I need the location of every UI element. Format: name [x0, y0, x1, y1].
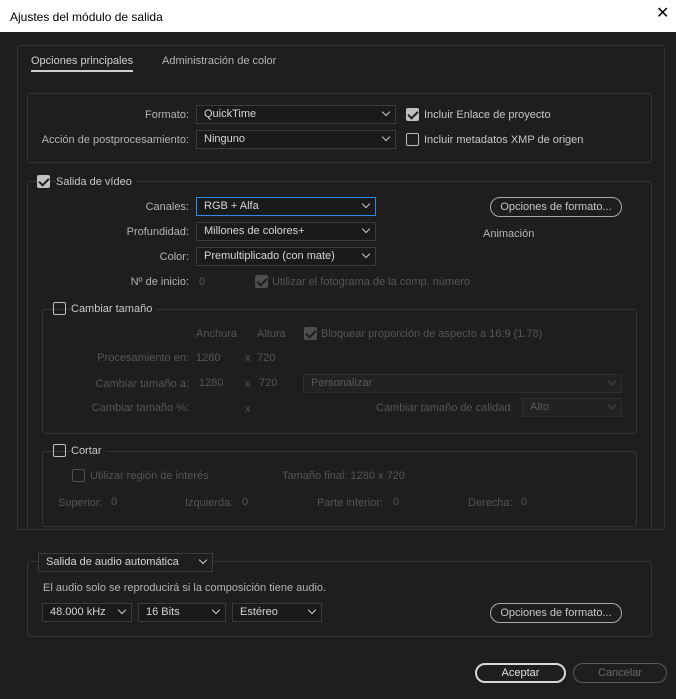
rendering-x: x	[245, 352, 251, 364]
format-panel	[27, 93, 652, 163]
crop-top-value[interactable]: 0	[111, 496, 117, 508]
crop-top-label: Superior:	[58, 497, 103, 509]
include-xmp-label: Incluir metadatos XMP de origen	[424, 134, 584, 146]
width-header: Anchura	[196, 328, 237, 340]
video-output-label: Salida de vídeo	[56, 176, 136, 188]
format-dropdown[interactable]: QuickTime	[196, 105, 396, 124]
codec-info: Animación	[483, 228, 535, 240]
crop-label: Cortar	[71, 445, 106, 457]
chevron-down-icon	[117, 605, 127, 615]
resize-to-label: Cambiar tamaño a:	[95, 378, 189, 390]
color-label: Color:	[159, 251, 189, 263]
post-render-action-dropdown[interactable]: Ninguno	[196, 130, 396, 149]
audio-sample-rate-value: 48.000 kHz	[50, 606, 106, 618]
height-header: Altura	[257, 328, 286, 340]
color-dropdown[interactable]: Premultiplicado (con mate)	[196, 247, 376, 266]
resize-checkbox[interactable]	[53, 302, 66, 315]
cancel-button[interactable]: Cancelar	[573, 663, 667, 683]
crop-bottom-label: Parte inferior:	[317, 497, 384, 509]
use-comp-frame-label: Utilizar el fotograma de la comp. número	[272, 276, 471, 288]
crop-left-value[interactable]: 0	[242, 496, 248, 508]
crop-left-label: Izquierda:	[185, 497, 234, 509]
channels-label: Canales:	[145, 201, 189, 213]
resize-to-x: x	[245, 378, 251, 390]
chevron-down-icon	[381, 132, 391, 142]
post-render-action-value: Ninguno	[204, 133, 245, 145]
audio-bit-depth-value: 16 Bits	[146, 606, 180, 618]
crop-right-label: Derecha:	[468, 497, 513, 509]
crop-panel	[42, 451, 637, 527]
ok-button[interactable]: Aceptar	[475, 663, 566, 683]
use-roi-label: Utilizar región de interés	[90, 470, 209, 482]
chevron-down-icon	[607, 376, 617, 386]
lock-aspect-label: Bloquear proporción de aspecto a 16:9 (1…	[321, 328, 543, 340]
audio-sample-rate-dropdown[interactable]: 48.000 kHz	[42, 603, 132, 622]
audio-mode-dropdown[interactable]: Salida de audio automática	[38, 553, 213, 572]
chevron-down-icon	[307, 605, 317, 615]
video-format-options-button[interactable]: Opciones de formato...	[490, 197, 622, 217]
post-render-action-label: Acción de postprocesamiento:	[41, 134, 189, 146]
depth-value: Millones de colores+	[204, 225, 305, 237]
resize-to-width[interactable]: 1280	[199, 377, 223, 389]
resize-to-height[interactable]: 720	[259, 377, 277, 389]
channels-dropdown[interactable]: RGB + Alfa	[196, 197, 376, 216]
rendering-width: 1280	[196, 352, 221, 364]
start-number-value[interactable]: 0	[199, 276, 205, 288]
use-comp-frame-checkbox[interactable]	[255, 275, 268, 288]
audio-channels-value: Estéreo	[240, 606, 278, 618]
video-output-checkbox[interactable]	[37, 175, 50, 188]
resize-quality-label: Cambiar tamaño de calidad:	[376, 402, 514, 414]
include-project-link-checkbox[interactable]	[406, 108, 419, 121]
audio-bit-depth-dropdown[interactable]: 16 Bits	[138, 603, 226, 622]
resize-preset-dropdown[interactable]: Personalizar	[303, 374, 622, 393]
chevron-down-icon	[198, 555, 208, 565]
resize-preset-value: Personalizar	[311, 377, 373, 389]
use-roi-checkbox[interactable]	[72, 469, 85, 482]
rendering-at-label: Procesamiento en:	[97, 352, 189, 364]
resize-label: Cambiar tamaño	[71, 303, 157, 315]
crop-final-size: Tamaño final: 1280 x 720	[282, 470, 405, 482]
format-value: QuickTime	[204, 108, 257, 120]
audio-format-options-button[interactable]: Opciones de formato...	[490, 603, 622, 623]
depth-label: Profundidad:	[126, 226, 189, 238]
resize-quality-dropdown[interactable]: Alto	[522, 398, 622, 417]
audio-channels-dropdown[interactable]: Estéreo	[232, 603, 322, 622]
audio-note: El audio solo se reproducirá si la compo…	[43, 582, 327, 594]
audio-panel	[27, 561, 652, 637]
chevron-down-icon	[361, 199, 371, 209]
chevron-down-icon	[361, 249, 371, 259]
start-number-label: Nº de inicio:	[130, 276, 189, 288]
channels-value: RGB + Alfa	[204, 200, 259, 212]
rendering-height: 720	[257, 352, 276, 364]
format-label: Formato:	[144, 109, 189, 121]
chevron-down-icon	[361, 224, 371, 234]
chevron-down-icon	[381, 107, 391, 117]
lock-aspect-checkbox[interactable]	[304, 327, 317, 340]
crop-checkbox[interactable]	[53, 444, 66, 457]
crop-right-value[interactable]: 0	[521, 496, 527, 508]
include-project-link-label: Incluir Enlace de proyecto	[424, 109, 551, 121]
resize-quality-value: Alto	[530, 401, 549, 413]
color-value: Premultiplicado (con mate)	[204, 250, 335, 262]
resize-percent-label: Cambiar tamaño %:	[91, 402, 189, 414]
chevron-down-icon	[211, 605, 221, 615]
depth-dropdown[interactable]: Millones de colores+	[196, 222, 376, 241]
crop-bottom-value[interactable]: 0	[393, 496, 399, 508]
resize-percent-x: x	[245, 403, 251, 415]
window-title: Ajustes del módulo de salida	[10, 10, 163, 24]
close-icon[interactable]: ✕	[656, 6, 669, 22]
title-bar: Ajustes del módulo de salida ✕	[0, 0, 676, 32]
include-xmp-checkbox[interactable]	[406, 133, 419, 146]
chevron-down-icon	[607, 400, 617, 410]
audio-mode-value: Salida de audio automática	[46, 556, 179, 568]
